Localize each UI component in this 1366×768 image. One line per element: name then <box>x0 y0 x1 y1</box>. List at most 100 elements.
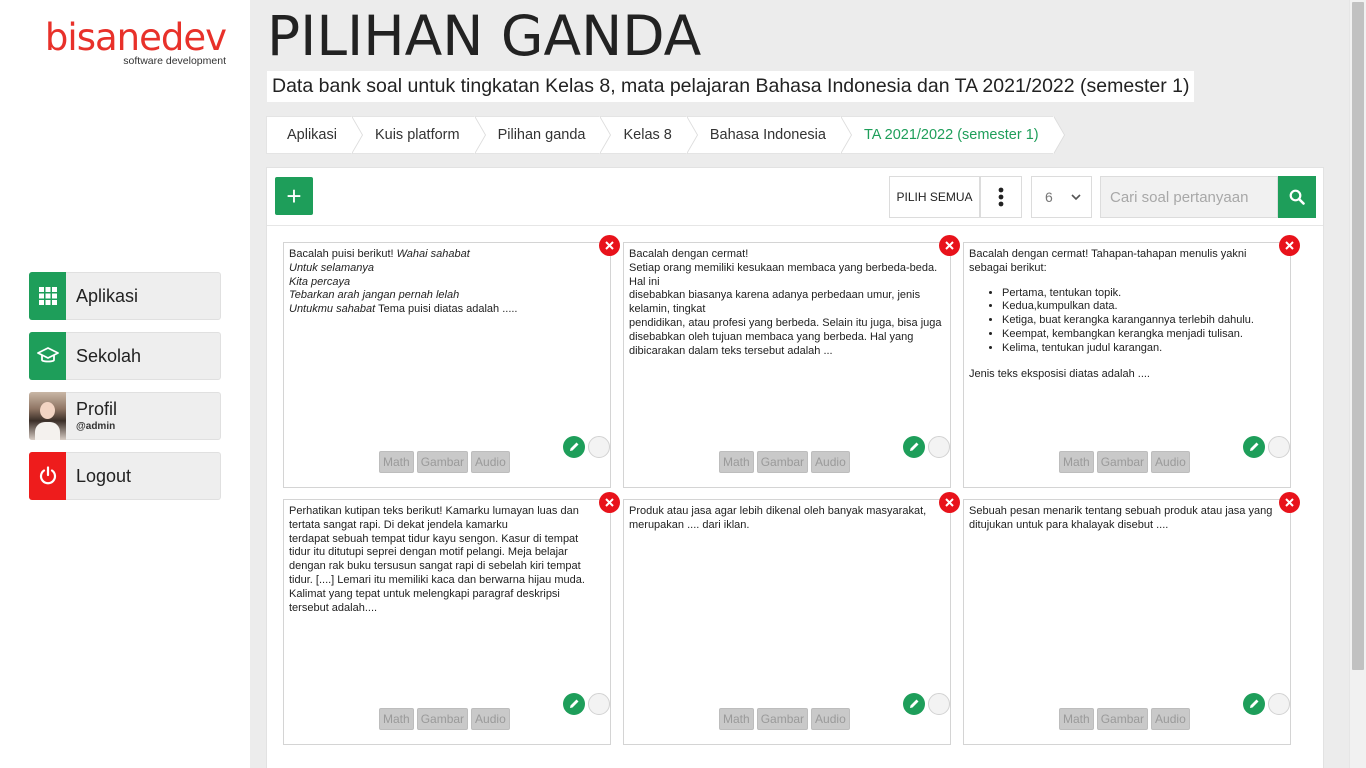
question-card[interactable]: Bacalah puisi berikut! Wahai sahabat Unt… <box>283 235 620 488</box>
power-icon <box>29 452 66 500</box>
image-tag: Gambar <box>416 708 469 730</box>
brand-logo[interactable]: bisanedev software development <box>24 16 227 68</box>
list-item: Kedua,kumpulkan data. <box>1002 300 1282 314</box>
image-tag: Gambar <box>1096 451 1149 473</box>
edit-question-button[interactable] <box>563 693 585 715</box>
delete-question-button[interactable] <box>1279 492 1300 513</box>
breadcrumb-item-kelas[interactable]: Kelas 8 <box>599 116 699 154</box>
sidebar-item-sekolah[interactable]: Sekolah <box>29 332 221 380</box>
step-list: Pertama, tentukan topik. Kedua,kumpulkan… <box>1002 287 1282 356</box>
profile-label: Profil @admin <box>76 399 117 434</box>
page-subtitle: Data bank soal untuk tingkatan Kelas 8, … <box>267 71 1195 102</box>
breadcrumb-item-pilihan-ganda[interactable]: Pilihan ganda <box>473 116 612 154</box>
search-icon <box>1289 189 1305 205</box>
select-question-checkbox[interactable] <box>928 693 950 715</box>
edit-question-button[interactable] <box>1243 693 1265 715</box>
delete-question-button[interactable] <box>939 235 960 256</box>
question-text: Bacalah puisi berikut! Wahai sahabat Unt… <box>289 248 518 316</box>
add-question-button[interactable]: + <box>275 177 313 215</box>
question-card[interactable]: Sebuah pesan menarik tentang sebuah prod… <box>963 492 1300 745</box>
search-input[interactable] <box>1100 176 1278 218</box>
audio-tag: Audio <box>811 708 850 730</box>
toolbar: + PILIH SEMUA 6 <box>267 168 1323 226</box>
breadcrumb-item-tahun-ajaran[interactable]: TA 2021/2022 (semester 1) <box>839 116 1065 154</box>
delete-question-button[interactable] <box>939 492 960 513</box>
question-card[interactable]: Produk atau jasa agar lebih dikenal oleh… <box>623 492 960 745</box>
graduation-cap-icon <box>29 332 66 380</box>
select-question-checkbox[interactable] <box>1268 693 1290 715</box>
pencil-icon <box>1250 699 1259 708</box>
sidebar-item-label: Logout <box>76 465 132 486</box>
close-icon <box>945 498 954 507</box>
edit-question-button[interactable] <box>563 436 585 458</box>
sidebar-item-logout[interactable]: Logout <box>29 452 221 500</box>
media-tags: Math Gambar Audio <box>719 451 850 473</box>
sidebar-item-profil[interactable]: Profil @admin <box>29 392 221 440</box>
select-question-checkbox[interactable] <box>588 436 610 458</box>
profile-username: @admin <box>76 420 116 432</box>
audio-tag: Audio <box>811 451 850 473</box>
close-icon <box>1285 241 1294 250</box>
close-icon <box>945 241 954 250</box>
delete-question-button[interactable] <box>599 235 620 256</box>
math-tag: Math <box>719 708 754 730</box>
pencil-icon <box>570 442 579 451</box>
edit-question-button[interactable] <box>903 693 925 715</box>
close-icon <box>605 498 614 507</box>
select-question-checkbox[interactable] <box>588 693 610 715</box>
question-card[interactable]: Perhatikan kutipan teks berikut! Kamarku… <box>283 492 620 745</box>
sidebar-item-label: Profil <box>76 398 118 419</box>
close-icon <box>1285 498 1294 507</box>
question-text: Bacalah dengan cermat! Setiap orang memi… <box>629 248 942 357</box>
edit-question-button[interactable] <box>1243 436 1265 458</box>
pencil-icon <box>910 699 919 708</box>
sidebar-item-aplikasi[interactable]: Aplikasi <box>29 272 221 320</box>
select-question-checkbox[interactable] <box>928 436 950 458</box>
pencil-icon <box>570 699 579 708</box>
question-panel: + PILIH SEMUA 6 Bacalah puisi berikut! W… <box>266 167 1324 768</box>
chevron-down-icon <box>1071 194 1081 201</box>
breadcrumb-item-kuis-platform[interactable]: Kuis platform <box>350 116 486 154</box>
delete-question-button[interactable] <box>1279 235 1300 256</box>
audio-tag: Audio <box>471 708 510 730</box>
media-tags: Math Gambar Audio <box>1059 451 1190 473</box>
more-options-button[interactable] <box>980 176 1022 218</box>
question-card[interactable]: Bacalah dengan cermat! Setiap orang memi… <box>623 235 960 488</box>
search-button[interactable] <box>1278 176 1316 218</box>
list-item: Keempat, kembangkan kerangka menjadi tul… <box>1002 328 1282 342</box>
media-tags: Math Gambar Audio <box>1059 708 1190 730</box>
question-text: Produk atau jasa agar lebih dikenal oleh… <box>629 505 927 531</box>
select-question-checkbox[interactable] <box>1268 436 1290 458</box>
select-all-button[interactable]: PILIH SEMUA <box>889 176 980 218</box>
audio-tag: Audio <box>1151 451 1190 473</box>
media-tags: Math Gambar Audio <box>379 708 510 730</box>
pencil-icon <box>910 442 919 451</box>
audio-tag: Audio <box>1151 708 1190 730</box>
math-tag: Math <box>1059 451 1094 473</box>
question-text: Bacalah dengan cermat! Tahapan-tahapan m… <box>969 248 1282 381</box>
math-tag: Math <box>379 451 414 473</box>
sidebar-item-label: Sekolah <box>76 345 142 366</box>
media-tags: Math Gambar Audio <box>719 708 850 730</box>
image-tag: Gambar <box>756 708 809 730</box>
avatar <box>29 392 66 440</box>
close-icon <box>605 241 614 250</box>
brand-name: bisanedev <box>44 16 227 59</box>
scrollbar-thumb[interactable] <box>1352 2 1364 670</box>
breadcrumb-item-aplikasi[interactable]: Aplikasi <box>266 116 363 154</box>
math-tag: Math <box>379 708 414 730</box>
breadcrumb-item-mapel[interactable]: Bahasa Indonesia <box>685 116 853 154</box>
question-text: Sebuah pesan menarik tentang sebuah prod… <box>969 505 1273 531</box>
question-text: Perhatikan kutipan teks berikut! Kamarku… <box>289 505 585 614</box>
per-page-value: 6 <box>1045 189 1053 205</box>
question-card[interactable]: Bacalah dengan cermat! Tahapan-tahapan m… <box>963 235 1300 488</box>
delete-question-button[interactable] <box>599 492 620 513</box>
per-page-select[interactable]: 6 <box>1031 176 1092 218</box>
page-scrollbar[interactable] <box>1349 0 1366 768</box>
kebab-icon <box>998 187 1004 207</box>
list-item: Ketiga, buat kerangka karangannya terleb… <box>1002 314 1282 328</box>
breadcrumb: Aplikasi Kuis platform Pilihan ganda Kel… <box>266 116 1065 154</box>
audio-tag: Audio <box>471 451 510 473</box>
edit-question-button[interactable] <box>903 436 925 458</box>
math-tag: Math <box>719 451 754 473</box>
